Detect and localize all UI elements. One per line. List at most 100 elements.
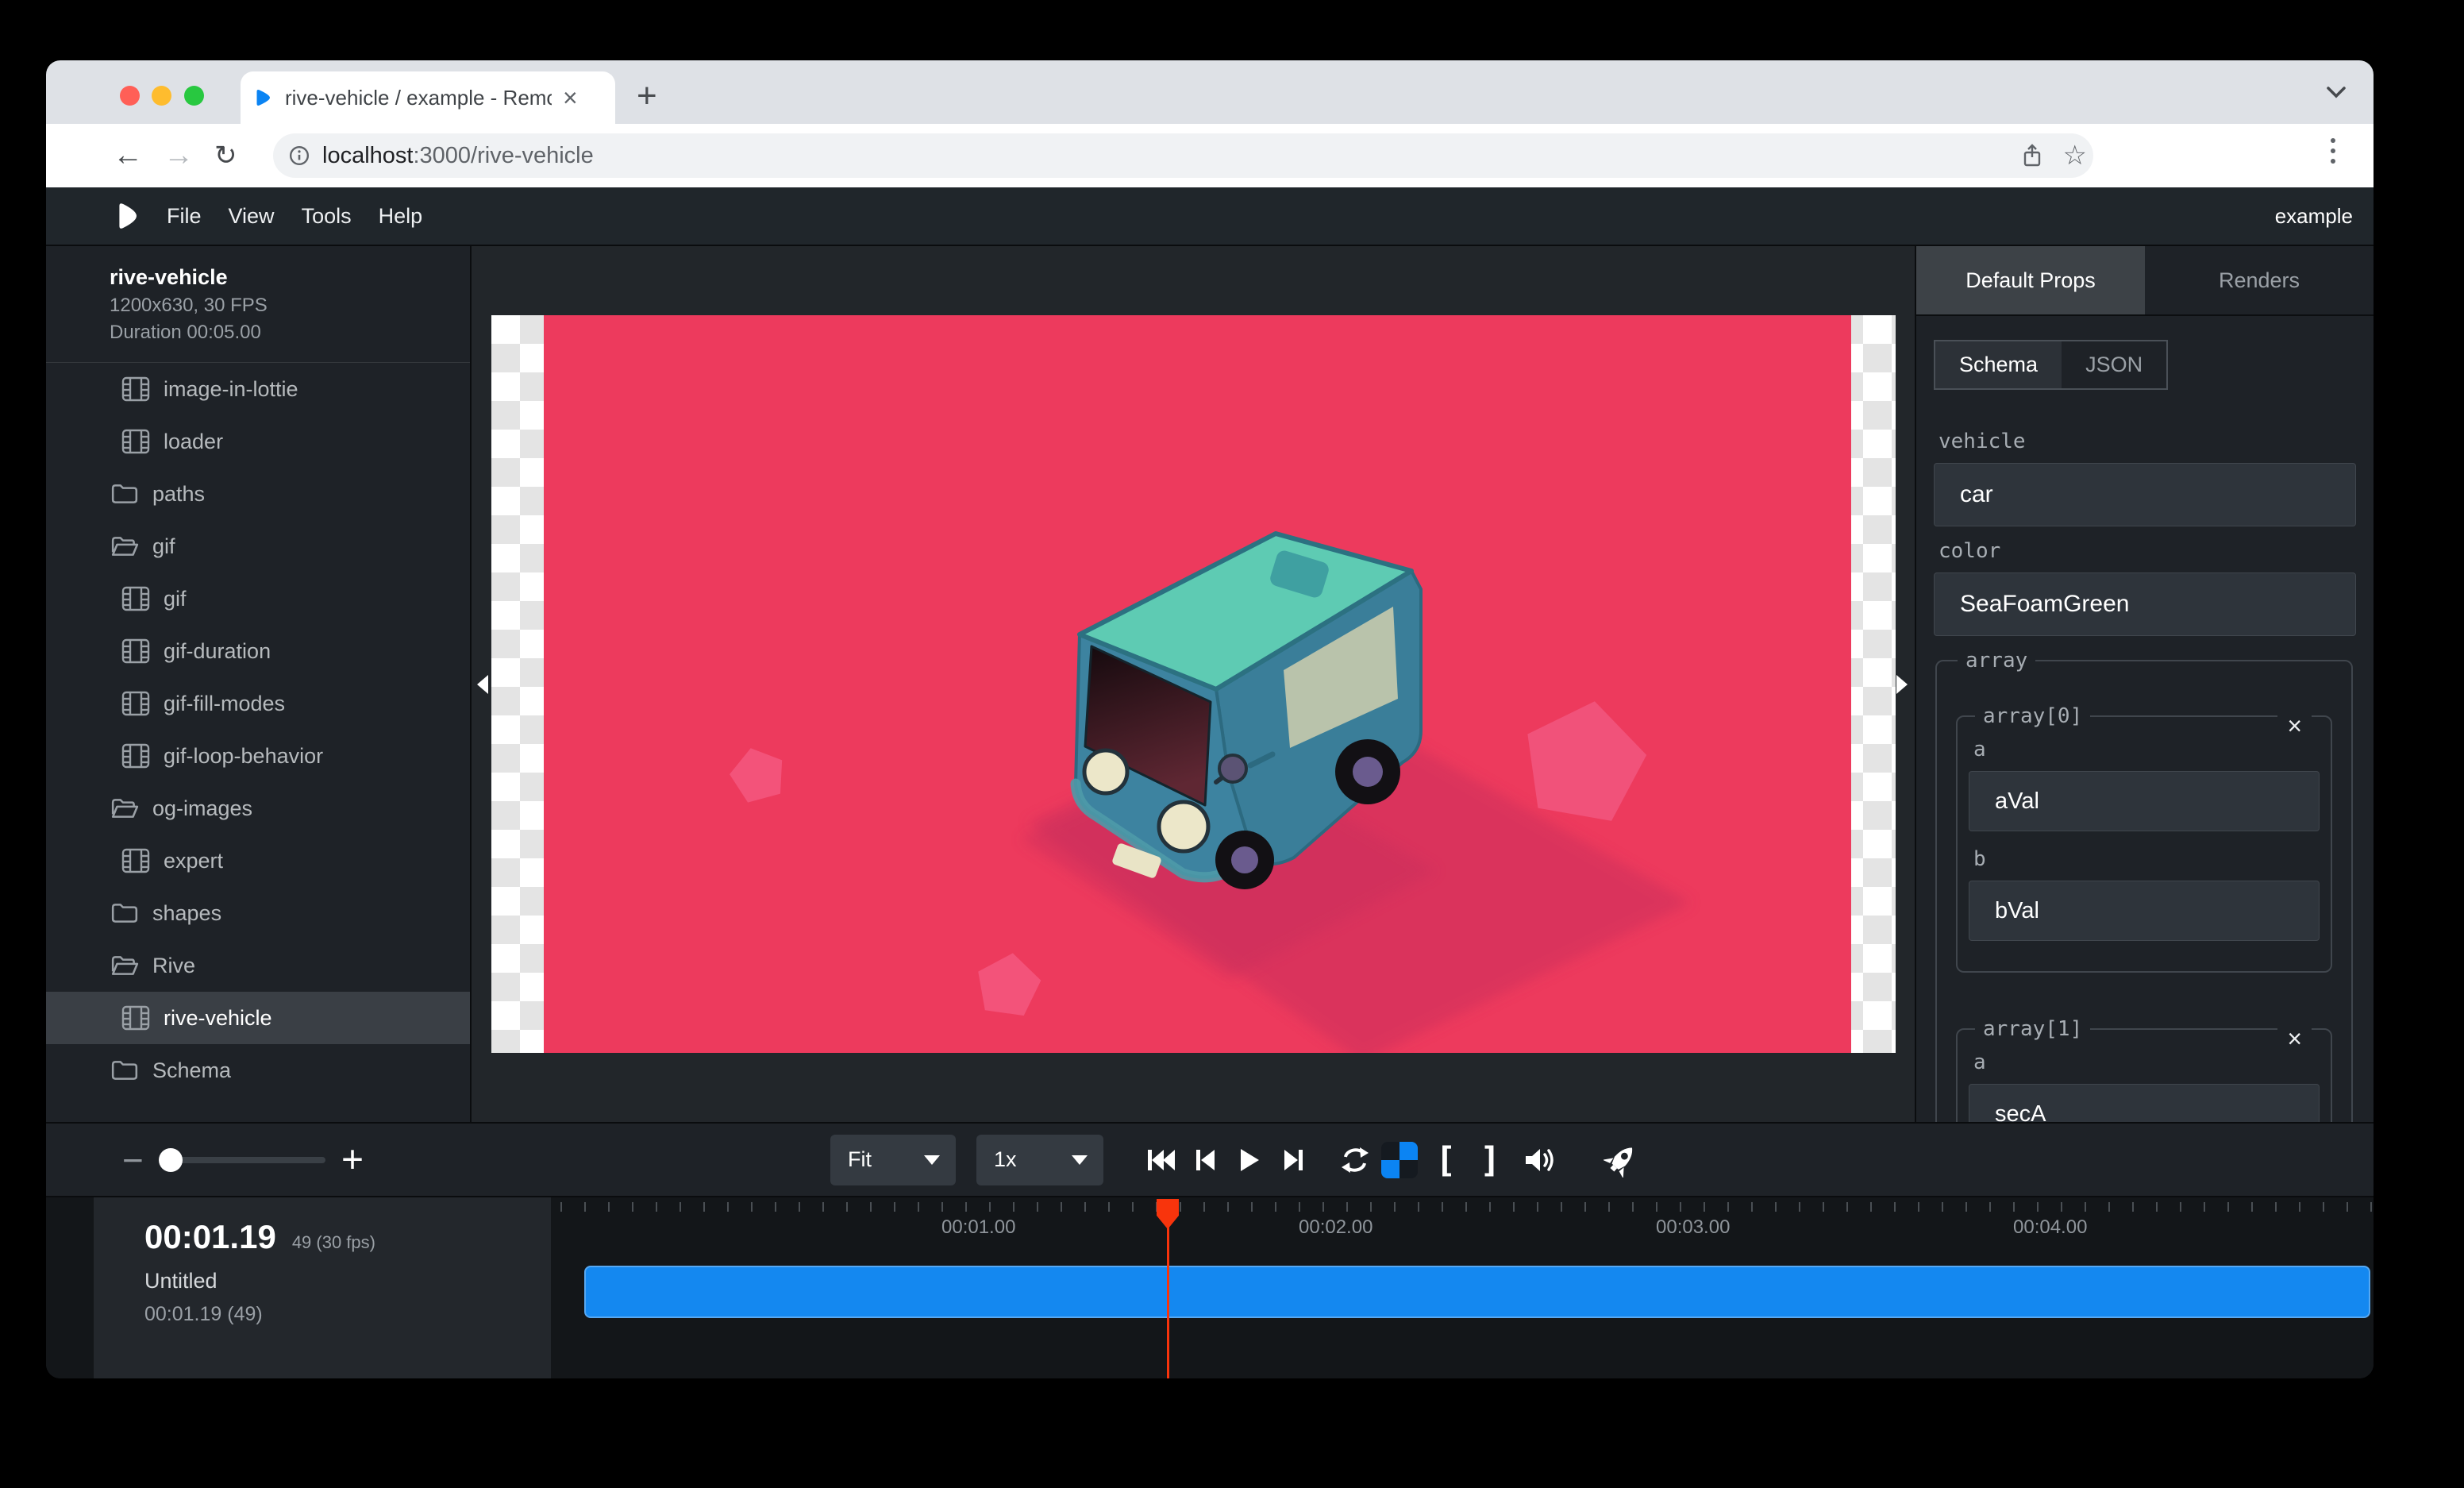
composition-label: gif-duration <box>164 639 271 664</box>
share-icon[interactable] <box>2022 143 2042 168</box>
project-name: rive-vehicle <box>110 262 470 292</box>
main-area: rive-vehicle 1200x630, 30 FPS Duration 0… <box>46 246 2374 1122</box>
new-tab-button[interactable]: + <box>637 76 657 116</box>
composition-label: gif-loop-behavior <box>164 744 323 769</box>
browser-tab[interactable]: rive-vehicle / example - Remoti × <box>241 71 615 124</box>
browser-menu-icon[interactable] <box>2331 138 2335 164</box>
collapse-right-panel-icon[interactable] <box>1894 673 1910 696</box>
prop-field: color SeaFoamGreen <box>1934 539 2356 636</box>
maximize-window-button[interactable] <box>184 86 204 106</box>
prop-field-label: vehicle <box>1938 430 2356 453</box>
composition-list-item[interactable]: gif <box>46 572 470 625</box>
array-fieldset-label: array <box>1958 649 2035 673</box>
tab-search-chevron-icon[interactable] <box>2326 86 2347 98</box>
chevron-down-icon <box>924 1155 940 1165</box>
jump-to-start-icon[interactable] <box>1146 1148 1176 1172</box>
prop-field-input[interactable]: bVal <box>1969 881 2320 941</box>
toggle-json[interactable]: JSON <box>2062 341 2166 388</box>
composition-list-item[interactable]: gif-fill-modes <box>46 677 470 730</box>
prop-field-input[interactable]: secA <box>1969 1084 2320 1122</box>
previous-frame-icon[interactable] <box>1194 1148 1216 1172</box>
tab-close-icon[interactable]: × <box>563 85 578 110</box>
prop-field: a aVal <box>1969 738 2320 831</box>
bookmark-star-icon[interactable]: ☆ <box>2063 140 2087 172</box>
film-icon <box>121 638 150 664</box>
prop-field-input[interactable]: car <box>1934 463 2356 526</box>
array-item-label: array[0] <box>1975 704 2090 728</box>
zoom-slider-thumb[interactable] <box>159 1148 183 1172</box>
loop-icon[interactable] <box>1338 1147 1372 1174</box>
remove-array-item-icon[interactable]: × <box>2277 711 2312 741</box>
screenshot-root: rive-vehicle / example - Remoti × + ← → … <box>0 0 2464 1488</box>
track-duration: 00:01.19 (49) <box>144 1303 551 1326</box>
composition-list-item[interactable]: Rive <box>46 939 470 992</box>
composition-label: loader <box>164 430 223 454</box>
remove-array-item-icon[interactable]: × <box>2277 1023 2312 1054</box>
set-in-point-icon[interactable]: [ <box>1435 1139 1457 1180</box>
film-icon <box>121 376 150 402</box>
composition-list-item[interactable]: gif-loop-behavior <box>46 730 470 782</box>
menubar-item-tools[interactable]: Tools <box>302 204 352 229</box>
fit-select[interactable]: Fit <box>830 1135 956 1185</box>
composition-list-item[interactable]: shapes <box>46 887 470 939</box>
film-icon <box>121 429 150 454</box>
next-frame-icon[interactable] <box>1283 1148 1305 1172</box>
props-tab-default-props[interactable]: Default Props <box>1916 246 2145 314</box>
transparency-checkerboard-toggle[interactable] <box>1381 1142 1418 1178</box>
app-menubar: FileViewToolsHelpexample <box>46 187 2374 246</box>
timeline-info-panel: 00:01.19 49 (30 fps) Untitled 00:01.19 (… <box>94 1197 551 1378</box>
prop-field: a secA <box>1969 1050 2320 1122</box>
top-level-fields: vehicle car color SeaFoamGreen <box>1934 430 2356 636</box>
forward-icon[interactable]: → <box>164 139 194 173</box>
playback-controls-bar: − + Fit 1x <box>46 1122 2374 1197</box>
playback-speed-select[interactable]: 1x <box>976 1135 1103 1185</box>
ruler-ticks <box>560 1202 2374 1212</box>
prop-field-label: a <box>1973 1050 2320 1074</box>
timeline-track-bar[interactable] <box>584 1266 2370 1318</box>
composition-list-item[interactable]: gif-duration <box>46 625 470 677</box>
film-icon <box>121 1005 150 1031</box>
open-folder-icon <box>110 534 139 558</box>
composition-list-item[interactable]: gif <box>46 520 470 572</box>
remotion-logo-icon[interactable] <box>114 202 140 230</box>
composition-label: Rive <box>152 954 195 978</box>
collapse-sidebar-icon[interactable] <box>475 673 491 696</box>
zoom-out-button[interactable]: − <box>122 1139 144 1182</box>
back-icon[interactable]: ← <box>113 139 143 173</box>
prop-field: vehicle car <box>1934 430 2356 526</box>
timeline-ruler[interactable]: 00:01.0000:02.0000:03.0000:04.00 <box>551 1197 2374 1247</box>
composition-list-item[interactable]: paths <box>46 468 470 520</box>
remotion-favicon-icon <box>253 87 274 108</box>
composition-list-item[interactable]: rive-vehicle <box>46 992 470 1044</box>
set-out-point-icon[interactable]: ] <box>1480 1139 1501 1180</box>
volume-icon[interactable] <box>1524 1146 1559 1174</box>
menubar-item-file[interactable]: File <box>167 204 202 229</box>
composition-label: gif-fill-modes <box>164 692 285 716</box>
close-window-button[interactable] <box>120 86 140 106</box>
project-resolution: 1200x630, 30 FPS <box>110 292 470 319</box>
minimize-window-button[interactable] <box>152 86 171 106</box>
render-rocket-icon[interactable] <box>1604 1143 1638 1178</box>
composition-list-item[interactable]: loader <box>46 415 470 468</box>
prop-field-input[interactable]: SeaFoamGreen <box>1934 572 2356 636</box>
menubar-item-help[interactable]: Help <box>379 204 423 229</box>
menubar-item-view[interactable]: View <box>229 204 275 229</box>
composition-list-item[interactable]: og-images <box>46 782 470 835</box>
reload-icon[interactable]: ↻ <box>214 140 237 172</box>
composition-list-item[interactable]: expert <box>46 835 470 887</box>
toggle-schema[interactable]: Schema <box>1935 341 2062 388</box>
address-bar[interactable]: localhost:3000/rive-vehicle ☆ <box>273 133 2093 178</box>
playhead-line <box>1167 1224 1169 1378</box>
array-item-fieldset: array[1] × a secA b <box>1956 1017 2332 1122</box>
props-tab-renders[interactable]: Renders <box>2145 246 2374 314</box>
play-icon[interactable] <box>1238 1148 1260 1172</box>
timeline: 00:01.19 49 (30 fps) Untitled 00:01.19 (… <box>46 1197 2374 1378</box>
zoom-in-button[interactable]: + <box>341 1138 364 1182</box>
composition-label: rive-vehicle <box>164 1006 272 1031</box>
composition-list-item[interactable]: Schema <box>46 1044 470 1097</box>
schema-json-toggle: SchemaJSON <box>1934 340 2168 390</box>
prop-field-input[interactable]: aVal <box>1969 771 2320 831</box>
composition-list-item[interactable]: image-in-lottie <box>46 363 470 415</box>
zoom-slider[interactable] <box>162 1157 325 1163</box>
site-info-icon[interactable] <box>289 145 310 166</box>
